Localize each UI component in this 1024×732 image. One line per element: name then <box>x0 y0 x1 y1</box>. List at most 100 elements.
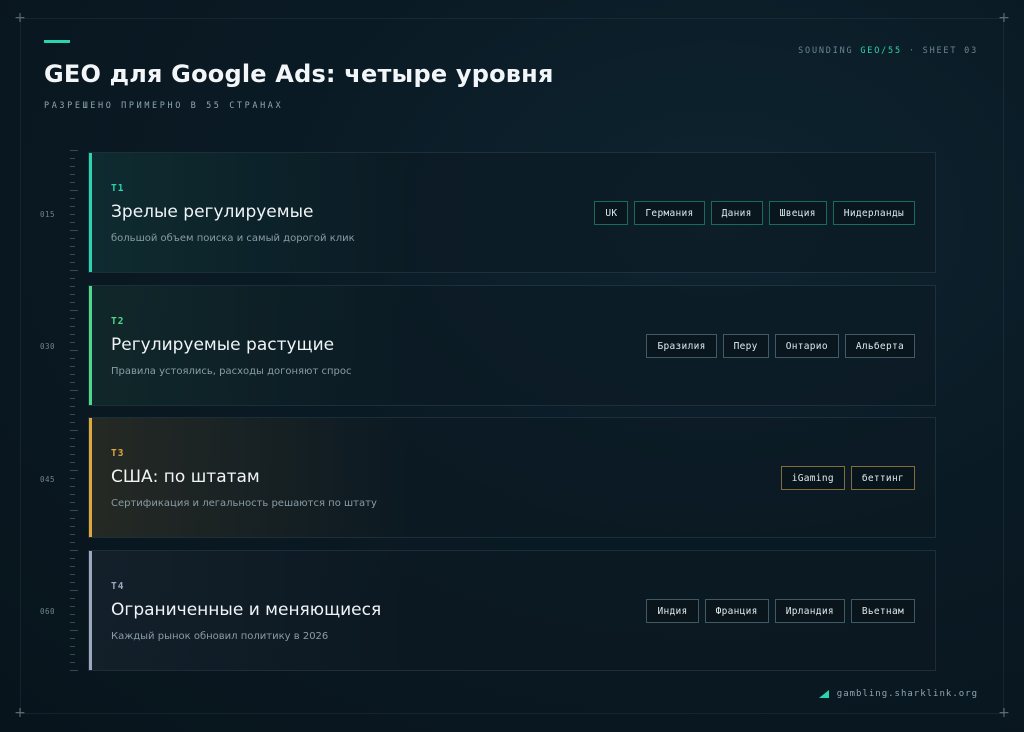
ruler-tick <box>70 670 78 671</box>
tier-name: Зрелые регулируемые <box>111 202 314 222</box>
geo-tag: Швеция <box>768 201 827 225</box>
ruler-tick <box>70 302 75 303</box>
ruler-tick <box>70 526 75 527</box>
ruler-tick <box>70 486 75 487</box>
ruler-tick <box>70 454 75 455</box>
ruler-tick <box>70 246 75 247</box>
ruler-tick <box>70 662 75 663</box>
ruler-tick <box>70 390 78 391</box>
ruler-tick <box>70 334 75 335</box>
ruler-tick <box>70 638 75 639</box>
ruler-tick <box>70 630 78 631</box>
ruler-tick <box>70 510 78 511</box>
ruler-tick <box>70 318 75 319</box>
ruler-tick <box>70 398 75 399</box>
ruler-tick <box>70 158 75 159</box>
tier-name: США: по штатам <box>111 467 260 487</box>
tier-code: T2 <box>111 316 125 327</box>
tier-name: Регулируемые растущие <box>111 335 335 355</box>
geo-tag: iGaming <box>780 466 845 490</box>
ruler-tick <box>70 518 75 519</box>
ruler-tick <box>70 462 75 463</box>
tier-code: T3 <box>111 448 125 459</box>
shark-fin-icon <box>818 690 829 698</box>
geo-tag: UK <box>594 201 629 225</box>
geo-tag: Ирландия <box>774 599 845 623</box>
ruler-tick <box>70 206 75 207</box>
geo-tag: Альберта <box>844 334 915 358</box>
geo-tag: Франция <box>704 599 769 623</box>
ruler-tick <box>70 294 75 295</box>
ruler-tick <box>70 582 75 583</box>
ruler-tick <box>70 214 75 215</box>
ruler-tick <box>70 270 78 271</box>
page-title: GEO для Google Ads: четыре уровня <box>44 60 554 88</box>
geo-tag: Нидерланды <box>832 201 915 225</box>
ruler-tick <box>70 406 75 407</box>
tier-card-t3: T3 США: по штатам Сертификация и легальн… <box>88 417 936 538</box>
tier-tags: iGaming беттинг <box>780 466 915 490</box>
ruler-tick <box>70 366 75 367</box>
ruler-tick <box>70 574 75 575</box>
ruler-tick <box>70 422 75 423</box>
ruler-tick <box>70 238 75 239</box>
tier-description: Сертификация и легальность решаются по ш… <box>111 498 377 509</box>
tier-description: Правила устоялись, расходы догоняют спро… <box>111 366 352 377</box>
ruler-tick <box>70 190 78 191</box>
ruler-tick <box>70 326 75 327</box>
corner-crosshair-icon: + <box>998 10 1010 26</box>
ruler-tick <box>70 478 75 479</box>
ruler-tick <box>70 182 75 183</box>
footer-domain-link[interactable]: gambling.sharklink.org <box>837 689 978 699</box>
ruler-tick <box>70 150 78 151</box>
geo-tag: Перу <box>722 334 769 358</box>
geo-tag: Дания <box>710 201 763 225</box>
geo-tag: Германия <box>634 201 705 225</box>
ruler-tick <box>70 198 75 199</box>
ruler-tick <box>70 622 75 623</box>
ruler-label: 045 <box>40 475 56 484</box>
ruler-tick <box>70 590 78 591</box>
ruler-tick <box>70 534 75 535</box>
tier-tags: Индия Франция Ирландия Вьетнам <box>646 599 915 623</box>
tier-tags: UK Германия Дания Швеция Нидерланды <box>594 201 915 225</box>
ruler-tick <box>70 566 75 567</box>
title-accent-bar <box>44 40 70 43</box>
tier-card-t4: T4 Ограниченные и меняющиеся Каждый рыно… <box>88 550 936 671</box>
ruler-tick <box>70 382 75 383</box>
ruler-label: 015 <box>40 210 56 219</box>
tier-card-t2: T2 Регулируемые растущие Правила устояли… <box>88 285 936 406</box>
geo-tag: Онтарио <box>774 334 839 358</box>
ruler-tick <box>70 414 75 415</box>
tier-name: Ограниченные и меняющиеся <box>111 600 382 620</box>
ruler-tick <box>70 342 75 343</box>
ruler-tick <box>70 166 75 167</box>
footer: gambling.sharklink.org <box>818 689 978 699</box>
corner-crosshair-icon: + <box>14 705 26 721</box>
ruler-tick <box>70 654 75 655</box>
ruler-tick <box>70 286 75 287</box>
ruler-tick <box>70 230 78 231</box>
sheet-suffix: · SHEET 03 <box>901 46 978 56</box>
ruler-tick <box>70 174 75 175</box>
ruler-tick <box>70 614 75 615</box>
ruler-tick <box>70 646 75 647</box>
ruler-tick <box>70 470 78 471</box>
ruler-tick <box>70 550 78 551</box>
geo-tag: Вьетнам <box>850 599 915 623</box>
corner-crosshair-icon: + <box>14 10 26 26</box>
tier-description: Каждый рынок обновил политику в 2026 <box>111 631 329 642</box>
corner-crosshair-icon: + <box>998 705 1010 721</box>
ruler-tick <box>70 598 75 599</box>
geo-tag: беттинг <box>850 466 915 490</box>
ruler-tick <box>70 494 75 495</box>
tier-code: T4 <box>111 581 125 592</box>
ruler-tick <box>70 374 75 375</box>
tier-code: T1 <box>111 183 125 194</box>
sheet-prefix: SOUNDING <box>798 46 861 56</box>
ruler-tick <box>70 438 75 439</box>
ruler-tick <box>70 446 75 447</box>
ruler-tick <box>70 606 75 607</box>
tier-tags: Бразилия Перу Онтарио Альберта <box>646 334 915 358</box>
ruler-label: 030 <box>40 342 56 351</box>
